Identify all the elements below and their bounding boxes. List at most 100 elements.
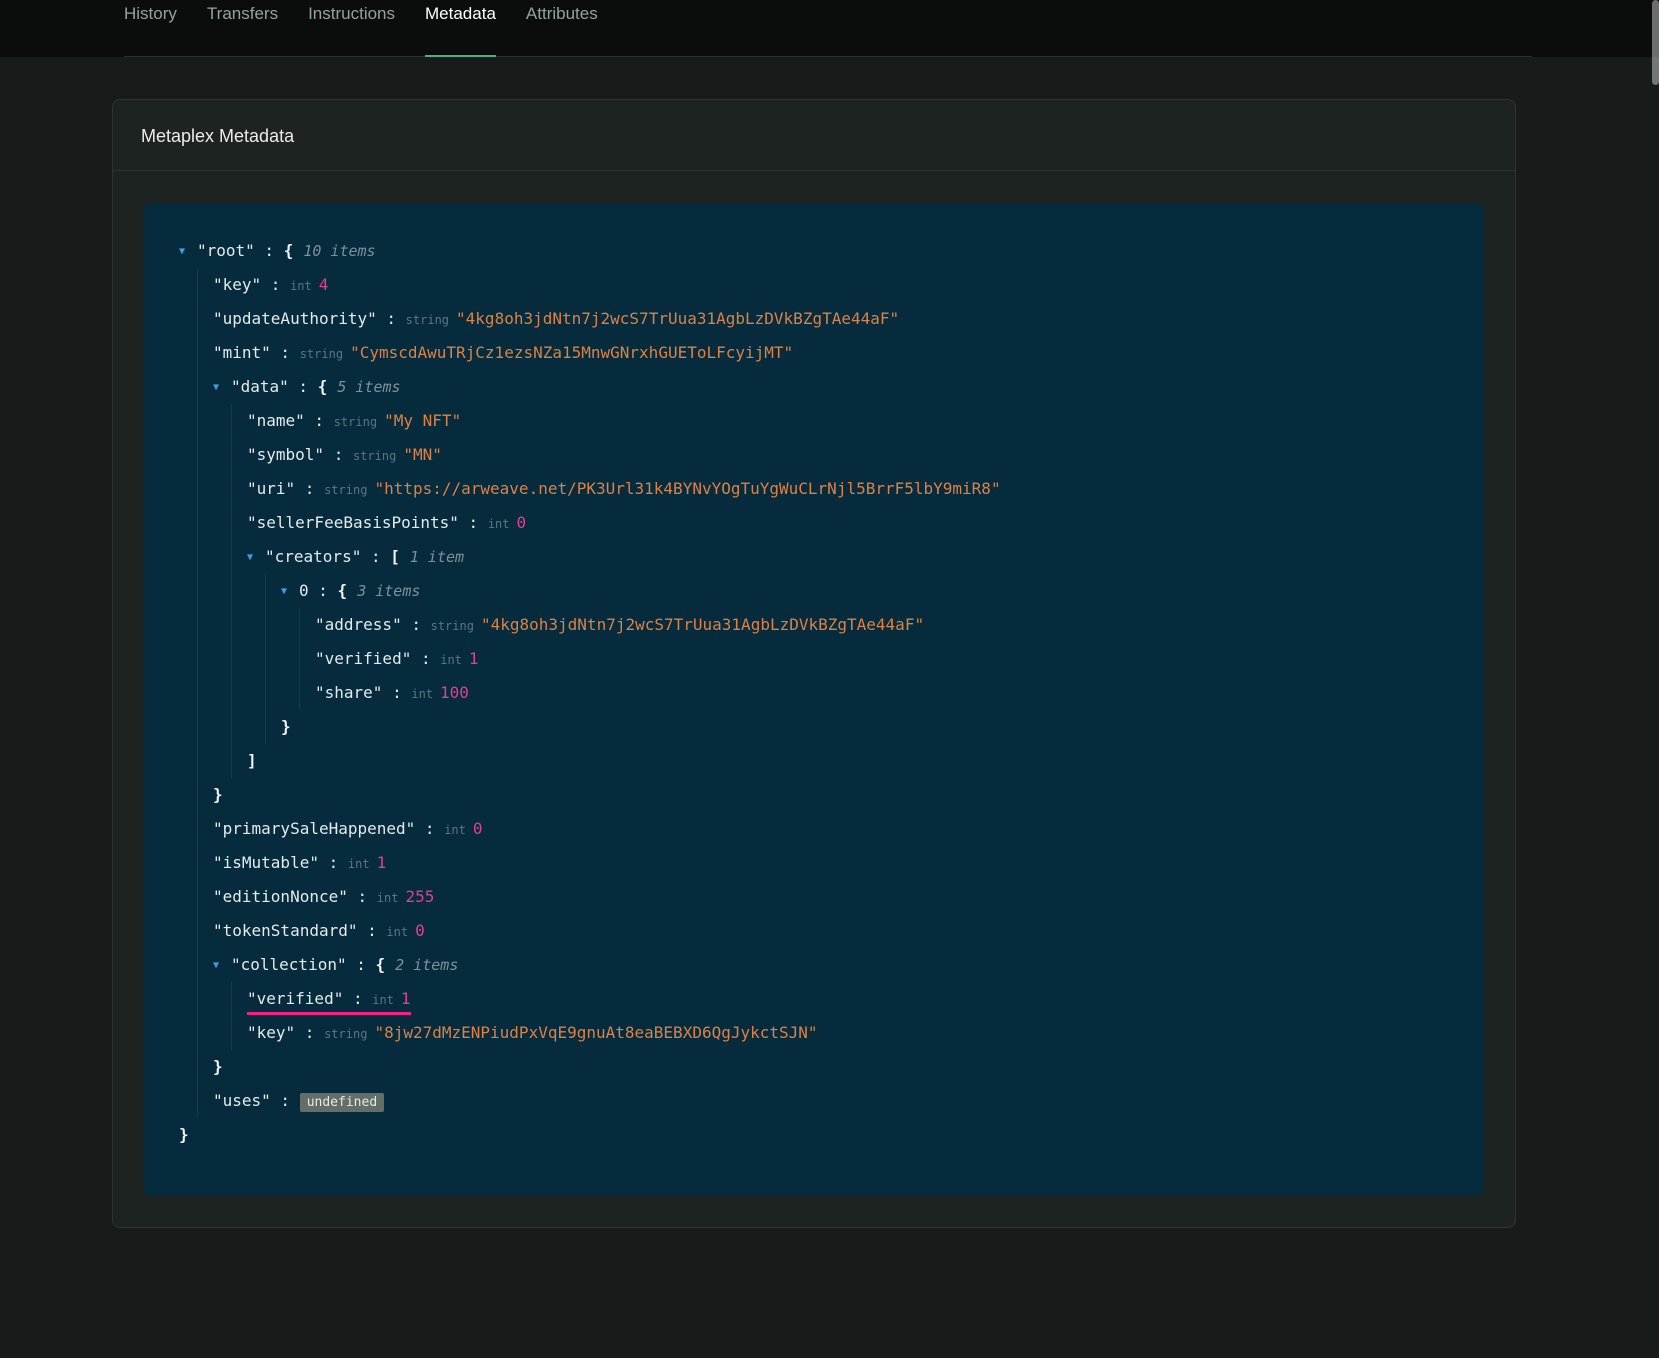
json-line: "uri" : string"https://arweave.net/PK3Ur… — [247, 472, 1449, 506]
line-content: "primarySaleHappened" : int0 — [213, 812, 483, 847]
tab-history[interactable]: History — [124, 0, 177, 56]
json-node: "uri" : string"https://arweave.net/PK3Ur… — [247, 472, 1449, 506]
json-children-group: "key" : int4"updateAuthority" : string"4… — [197, 268, 1449, 1118]
items-count-label: 10 items — [303, 242, 375, 260]
json-colon: : — [377, 309, 406, 328]
collapse-arrow-icon[interactable]: ▼ — [179, 235, 197, 269]
json-colon: : — [309, 581, 338, 600]
close-brace: } — [281, 717, 291, 736]
value-type-label: int — [440, 653, 462, 667]
json-key: "symbol" — [247, 445, 324, 464]
json-line: "primarySaleHappened" : int0 — [213, 812, 1449, 846]
line-content: "editionNonce" : int255 — [213, 880, 434, 915]
json-key: "verified" — [247, 989, 343, 1008]
json-viewer: ▼"root" : {10 items"key" : int4"updateAu… — [144, 204, 1484, 1195]
line-content: "tokenStandard" : int0 — [213, 914, 425, 949]
metaplex-metadata-card: Metaplex Metadata ▼"root" : {10 items"ke… — [112, 99, 1516, 1228]
json-node: "name" : string"My NFT" — [247, 404, 1449, 438]
undefined-badge: undefined — [300, 1093, 384, 1112]
json-line: ▼"root" : {10 items — [179, 234, 1449, 268]
json-node: "tokenStandard" : int0 — [213, 914, 1449, 948]
json-colon: : — [411, 649, 440, 668]
line-content: "verified" : int 1 — [315, 642, 479, 677]
collapse-arrow-icon[interactable]: ▼ — [281, 575, 299, 609]
tab-attributes-label: Attributes — [526, 4, 598, 23]
json-value-string: "8jw27dMzENPiudPxVqE9gnuAt8eaBEBXD6QgJyk… — [374, 1023, 817, 1042]
line-content: "uri" : string"https://arweave.net/PK3Ur… — [247, 472, 1001, 507]
json-key: "verified" — [315, 649, 411, 668]
json-key: 0 — [299, 581, 309, 600]
json-line: "name" : string"My NFT" — [247, 404, 1449, 438]
json-closing-line: } — [213, 1050, 1449, 1084]
json-value-string: "CymscdAwuTRjCz1ezsNZa15MnwGNrxhGUEToLFc… — [350, 343, 793, 362]
json-node: "isMutable" : int1 — [213, 846, 1449, 880]
json-key: "isMutable" — [213, 853, 319, 872]
json-colon: : — [319, 853, 348, 872]
value-type-label: string — [300, 347, 343, 361]
value-type-label: string — [324, 1027, 367, 1041]
json-line: ▼"data" : {5 items — [213, 370, 1449, 404]
line-content: ▼"root" : {10 items — [179, 234, 376, 269]
line-content: "isMutable" : int1 — [213, 846, 386, 881]
json-line: "key" : int4 — [213, 268, 1449, 302]
json-line: "key" : string"8jw27dMzENPiudPxVqE9gnuAt… — [247, 1016, 1449, 1050]
json-value-int: 1 — [469, 649, 479, 668]
tab-metadata[interactable]: Metadata — [425, 0, 496, 56]
json-key: "share" — [315, 683, 382, 702]
json-key: "mint" — [213, 343, 271, 362]
json-line: "address" : string"4kg8oh3jdNtn7j2wcS7Tr… — [315, 608, 1449, 642]
collapse-arrow-icon[interactable]: ▼ — [247, 541, 265, 575]
json-node: "updateAuthority" : string "4kg8oh3jdNtn7… — [213, 302, 1449, 336]
collapse-arrow-icon[interactable]: ▼ — [213, 949, 231, 983]
json-line: ▼"collection" : {2 items — [213, 948, 1449, 982]
json-value-string: "MN" — [403, 445, 442, 464]
tab-transfers-label: Transfers — [207, 4, 278, 23]
items-count-label: 5 items — [337, 378, 400, 396]
json-colon: : — [295, 479, 324, 498]
value-type-label: string — [406, 313, 449, 327]
value-type-label: int — [372, 993, 394, 1007]
json-value-string: "My NFT" — [384, 411, 461, 430]
json-colon: : — [261, 275, 290, 294]
value-type-label: int — [348, 857, 370, 871]
json-value-string: "https://arweave.net/PK3Url31k4BYNvYOgTu… — [374, 479, 1000, 498]
scrollbar-thumb[interactable] — [1652, 0, 1659, 85]
close-brace: } — [213, 1057, 223, 1076]
json-node: "editionNonce" : int255 — [213, 880, 1449, 914]
json-closing-line: } — [213, 778, 1449, 812]
line-content: ▼"data" : {5 items — [213, 370, 401, 405]
json-value-int: 1 — [401, 989, 411, 1008]
json-key: "updateAuthority" — [213, 309, 377, 328]
json-node: "key" : string"8jw27dMzENPiudPxVqE9gnuAt… — [247, 1016, 1449, 1050]
json-children-group: "name" : string"My NFT""symbol" : string… — [231, 404, 1449, 778]
json-value-int: 4 — [319, 275, 329, 294]
tab-history-label: History — [124, 4, 177, 23]
line-content: "updateAuthority" : string "4kg8oh3jdNtn7… — [213, 302, 899, 337]
json-value-string: "4kg8oh3jdNtn7j2wcS7TrUua31AgbLzDVkBZgTA… — [456, 309, 899, 328]
line-content: "uses" : undefined — [213, 1084, 384, 1120]
collapse-arrow-icon[interactable]: ▼ — [213, 371, 231, 405]
tab-instructions[interactable]: Instructions — [308, 0, 395, 56]
value-type-label: int — [411, 687, 433, 701]
json-value-int: 0 — [415, 921, 425, 940]
tab-transfers[interactable]: Transfers — [207, 0, 278, 56]
json-key: "uses" — [213, 1091, 271, 1110]
tab-attributes[interactable]: Attributes — [526, 0, 598, 56]
json-node: "verified" : int 1 — [315, 642, 1449, 676]
json-line: "verified" : int 1 — [315, 642, 1449, 676]
json-key: "primarySaleHappened" — [213, 819, 415, 838]
json-colon: : — [459, 513, 488, 532]
line-content: "share" : int100 — [315, 676, 469, 711]
close-brace: } — [213, 785, 223, 804]
json-line: "isMutable" : int1 — [213, 846, 1449, 880]
json-node: "symbol" : string"MN" — [247, 438, 1449, 472]
json-closing-line: } — [281, 710, 1449, 744]
json-colon: : — [415, 819, 444, 838]
json-colon: : — [343, 989, 372, 1008]
json-line: "tokenStandard" : int0 — [213, 914, 1449, 948]
json-line: "symbol" : string"MN" — [247, 438, 1449, 472]
json-line: "uses" : undefined — [213, 1084, 1449, 1118]
json-key: "key" — [213, 275, 261, 294]
json-key: "data" — [231, 377, 289, 396]
json-key: "creators" — [265, 547, 361, 566]
